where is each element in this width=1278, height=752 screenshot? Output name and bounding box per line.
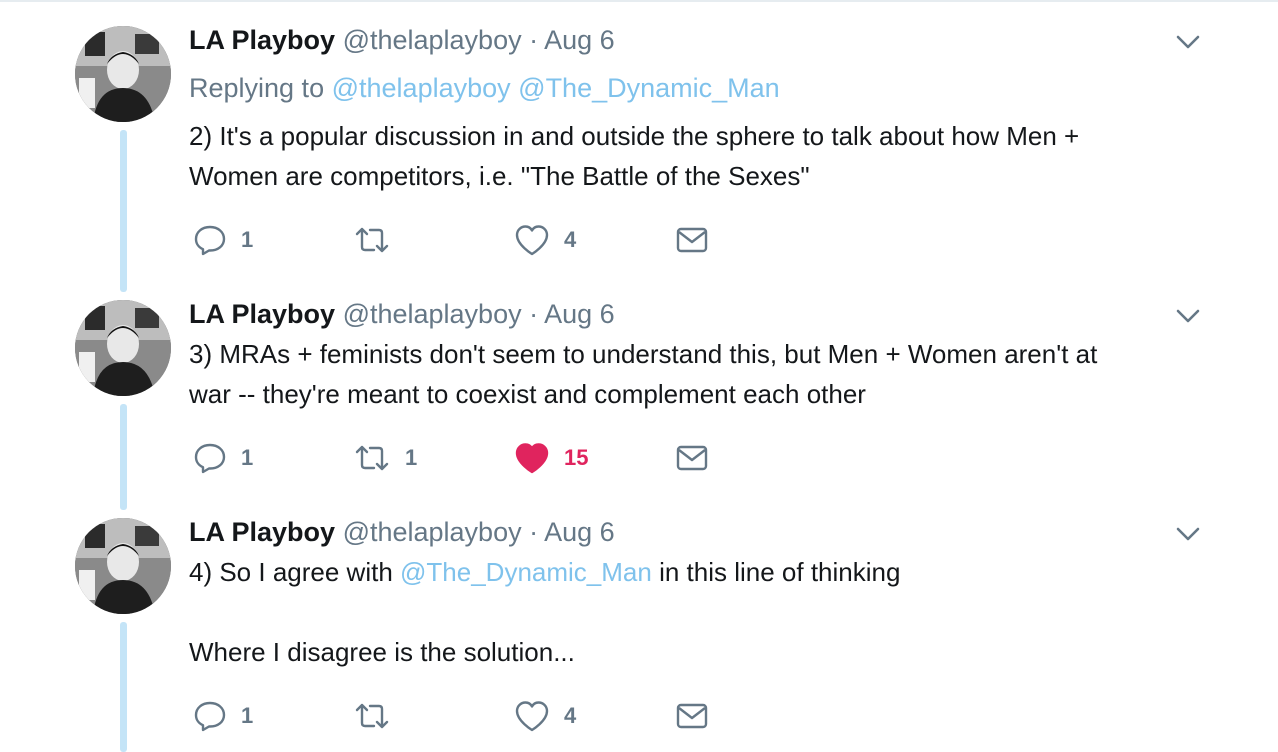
retweet-button[interactable] bbox=[353, 698, 405, 734]
envelope-icon bbox=[676, 445, 708, 471]
line-break bbox=[189, 592, 1199, 632]
mention-link[interactable]: @The_Dynamic_Man bbox=[400, 557, 652, 587]
reply-count: 1 bbox=[241, 227, 254, 252]
tweet-text-line: Women are competitors, i.e. "The Battle … bbox=[189, 161, 810, 191]
tweet-actions: 1 4 bbox=[189, 698, 749, 734]
display-name[interactable]: LA Playboy bbox=[189, 25, 335, 55]
direct-message-button[interactable] bbox=[675, 222, 709, 258]
reply-button[interactable]: 1 bbox=[193, 440, 253, 476]
avatar[interactable] bbox=[75, 518, 171, 614]
tweet-actions: 1 4 bbox=[189, 222, 749, 258]
timestamp[interactable]: Aug 6 bbox=[544, 517, 615, 547]
separator-dot: · bbox=[529, 25, 539, 55]
like-button[interactable]: 4 bbox=[514, 222, 576, 258]
reply-icon bbox=[194, 701, 226, 732]
tweet[interactable]: LA Playboy @thelaplayboy · Aug 6 3) MRAs… bbox=[0, 280, 1278, 506]
envelope-icon bbox=[676, 227, 708, 253]
tweet-text: 3) MRAs + feminists don't seem to unders… bbox=[189, 334, 1199, 414]
retweet-icon bbox=[355, 227, 389, 253]
retweet-icon bbox=[355, 445, 389, 471]
tweet-text-line: 4) So I agree with @The_Dynamic_Man in t… bbox=[189, 552, 1199, 592]
user-handle[interactable]: @thelaplayboy bbox=[343, 299, 522, 329]
like-count: 4 bbox=[564, 227, 577, 252]
reply-count: 1 bbox=[241, 445, 254, 470]
tweet-header: LA Playboy @thelaplayboy · Aug 6 bbox=[189, 24, 615, 56]
tweet-text-segment: 4) So I agree with bbox=[189, 557, 393, 587]
tweet[interactable]: LA Playboy @thelaplayboy · Aug 6 Replyin… bbox=[0, 0, 1278, 280]
tweet-actions: 1 1 15 bbox=[189, 440, 749, 476]
reply-button[interactable]: 1 bbox=[193, 698, 253, 734]
tweet-text-line: Where I disagree is the solution... bbox=[189, 637, 575, 667]
replying-to-label: Replying to bbox=[189, 73, 325, 103]
tweet-text: 2) It's a popular discussion in and outs… bbox=[189, 116, 1199, 196]
separator-dot: · bbox=[529, 299, 539, 329]
like-count: 15 bbox=[564, 445, 589, 470]
retweet-count: 1 bbox=[405, 445, 418, 470]
tweet-text-line: 3) MRAs + feminists don't seem to unders… bbox=[189, 339, 1098, 369]
tweet-text: 4) So I agree with @The_Dynamic_Man in t… bbox=[189, 552, 1199, 672]
separator-dot: · bbox=[529, 517, 539, 547]
envelope-icon bbox=[676, 703, 708, 729]
heart-icon bbox=[515, 443, 549, 474]
timestamp[interactable]: Aug 6 bbox=[544, 25, 615, 55]
chevron-down-icon[interactable] bbox=[1174, 306, 1202, 326]
tweet-text-line: 2) It's a popular discussion in and outs… bbox=[189, 121, 1080, 151]
reply-icon bbox=[194, 225, 226, 256]
timestamp[interactable]: Aug 6 bbox=[544, 299, 615, 329]
mention-link[interactable]: @The_Dynamic_Man bbox=[518, 73, 780, 103]
avatar[interactable] bbox=[75, 26, 171, 122]
replying-to: Replying to @thelaplayboy @The_Dynamic_M… bbox=[189, 72, 780, 104]
like-count: 4 bbox=[564, 703, 577, 728]
display-name[interactable]: LA Playboy bbox=[189, 517, 335, 547]
user-handle[interactable]: @thelaplayboy bbox=[343, 25, 522, 55]
retweet-button[interactable]: 1 bbox=[353, 440, 417, 476]
chevron-down-icon[interactable] bbox=[1174, 32, 1202, 52]
tweet-header: LA Playboy @thelaplayboy · Aug 6 bbox=[189, 516, 615, 548]
mention-link[interactable]: @thelaplayboy bbox=[332, 73, 511, 103]
retweet-button[interactable] bbox=[353, 222, 405, 258]
direct-message-button[interactable] bbox=[675, 698, 709, 734]
reply-button[interactable]: 1 bbox=[193, 222, 253, 258]
display-name[interactable]: LA Playboy bbox=[189, 299, 335, 329]
like-button[interactable]: 15 bbox=[514, 440, 588, 476]
tweet-header: LA Playboy @thelaplayboy · Aug 6 bbox=[189, 298, 615, 330]
heart-icon bbox=[515, 225, 549, 256]
chevron-down-icon[interactable] bbox=[1174, 524, 1202, 544]
avatar[interactable] bbox=[75, 300, 171, 396]
retweet-icon bbox=[355, 703, 389, 729]
tweet-text-line: war -- they're meant to coexist and comp… bbox=[189, 379, 866, 409]
reply-icon bbox=[194, 443, 226, 474]
reply-count: 1 bbox=[241, 703, 254, 728]
user-handle[interactable]: @thelaplayboy bbox=[343, 517, 522, 547]
tweet-text-segment: in this line of thinking bbox=[659, 557, 901, 587]
tweet[interactable]: LA Playboy @thelaplayboy · Aug 6 4) So I… bbox=[0, 500, 1278, 752]
like-button[interactable]: 4 bbox=[514, 698, 576, 734]
heart-icon bbox=[515, 701, 549, 732]
direct-message-button[interactable] bbox=[675, 440, 709, 476]
